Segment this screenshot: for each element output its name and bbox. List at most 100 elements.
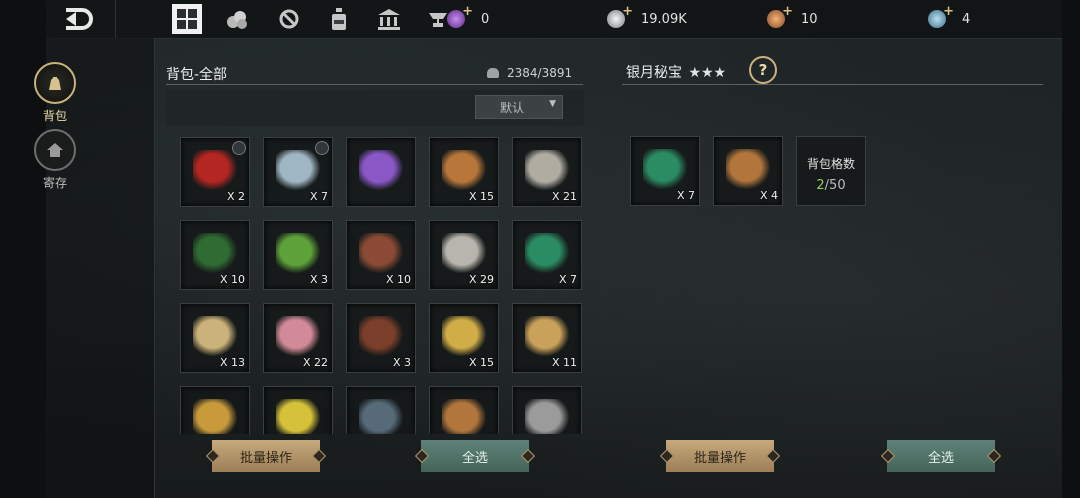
item-slot-gold-bar[interactable] <box>180 386 250 434</box>
item-quantity: X 29 <box>468 273 494 286</box>
grilled-meat-icon <box>359 316 403 356</box>
item-quantity: X 7 <box>676 189 695 202</box>
sort-value: 默认 <box>500 101 525 115</box>
materials-icon <box>227 11 247 29</box>
item-slot-red-meat[interactable]: X 2 <box>180 137 250 207</box>
currency-blue[interactable]: + 4 <box>928 4 971 30</box>
spear-head-icon <box>525 399 569 434</box>
item-slot-cloth[interactable]: X 13 <box>180 303 250 373</box>
bronze-coin-icon: + <box>767 4 793 28</box>
back-arrow-icon <box>66 8 93 30</box>
backpack-capacity: 2384/3891 <box>487 66 572 80</box>
capacity-used: 2 <box>816 178 825 193</box>
syringe-icon <box>276 150 320 190</box>
item-slot-seed-pouch[interactable] <box>429 386 499 434</box>
item-slot-lavender[interactable] <box>346 137 416 207</box>
lock-icon <box>232 141 246 155</box>
item-slot-chain[interactable]: X 21 <box>512 137 582 207</box>
item-slot-grilled-meat[interactable]: X 3 <box>346 303 416 373</box>
sidebar-item-bag[interactable]: 背包 <box>34 62 76 124</box>
item-quantity: X 15 <box>468 190 494 203</box>
capacity-count: 2/50 <box>797 178 865 193</box>
item-slot-parchment-roll[interactable]: X 11 <box>512 303 582 373</box>
topbar-divider <box>115 0 116 38</box>
item-quantity: X 15 <box>468 356 494 369</box>
item-quantity: X 13 <box>219 356 245 369</box>
button-label: 批量操作 <box>239 450 292 466</box>
item-slot-green-potion[interactable]: X 7 <box>630 136 700 206</box>
tab-consumables[interactable] <box>324 4 354 34</box>
lavender-icon <box>359 150 403 190</box>
item-slot-ore-on-leaf[interactable] <box>346 386 416 434</box>
herb-leaves-icon <box>276 233 320 273</box>
sidebar-item-storage[interactable]: 寄存 <box>34 129 76 191</box>
tab-materials[interactable] <box>222 4 252 34</box>
item-slot-steak[interactable]: X 10 <box>346 220 416 290</box>
storage-house-icon <box>34 129 76 171</box>
item-slot-spear-head[interactable] <box>512 386 582 434</box>
item-quantity: X 11 <box>551 356 577 369</box>
item-quantity: X 4 <box>759 189 778 202</box>
potion-bottle-icon <box>332 8 346 30</box>
right-letterbox <box>1062 0 1080 498</box>
divider <box>166 84 583 85</box>
sort-dropdown[interactable]: 默认 ▼ <box>475 95 563 119</box>
batch-operation-button[interactable]: 批量操作 <box>205 440 327 472</box>
button-label: 批量操作 <box>693 450 746 466</box>
sidebar-item-label: 背包 <box>42 109 67 123</box>
item-quantity: X 3 <box>309 273 328 286</box>
divider <box>622 84 1043 85</box>
yellow-powder-icon <box>276 399 320 434</box>
disabled-icon <box>279 9 299 29</box>
item-slot-pink-yarn[interactable]: X 22 <box>263 303 333 373</box>
treasure-capacity-box: 背包格数 2/50 <box>796 136 866 206</box>
gold-mesh-icon <box>442 316 486 356</box>
treasure-select-all-button[interactable]: 全选 <box>880 440 1002 472</box>
parchment-roll-icon <box>525 316 569 356</box>
item-slot-syringe[interactable]: X 7 <box>263 137 333 207</box>
tab-disabled[interactable] <box>274 4 304 34</box>
currency-value: 4 <box>962 11 971 27</box>
item-quantity: X 22 <box>302 356 328 369</box>
item-slot-green-book[interactable]: X 10 <box>180 220 250 290</box>
green-book-icon <box>193 233 237 273</box>
currency-bronze[interactable]: + 10 <box>767 4 818 30</box>
button-label: 全选 <box>461 450 488 466</box>
tab-all[interactable] <box>172 4 202 34</box>
grid-all-icon <box>177 9 197 29</box>
item-quantity: X 3 <box>392 356 411 369</box>
green-potion-icon <box>643 149 687 189</box>
item-slot-gold-mesh[interactable]: X 15 <box>429 303 499 373</box>
select-all-button[interactable]: 全选 <box>414 440 536 472</box>
chain-icon <box>525 150 569 190</box>
treasure-title: 银月秘宝 ★★★ <box>626 62 726 82</box>
back-button[interactable] <box>60 6 100 32</box>
blue-crystal-icon: + <box>928 4 954 28</box>
green-potion-icon <box>525 233 569 273</box>
pink-yarn-icon <box>276 316 320 356</box>
item-slot-yellow-powder[interactable] <box>263 386 333 434</box>
currency-silver[interactable]: + 19.09K <box>607 4 687 30</box>
item-slot-bread[interactable]: X 15 <box>429 137 499 207</box>
item-slot-seed-pouch[interactable]: X 4 <box>713 136 783 206</box>
item-slot-herb-leaves[interactable]: X 3 <box>263 220 333 290</box>
treasure-name: 银月秘宝 <box>626 65 682 81</box>
gold-bar-icon <box>193 399 237 434</box>
item-quantity: X 7 <box>309 190 328 203</box>
capacity-value: 2384/3891 <box>507 66 573 80</box>
tab-bank[interactable] <box>374 4 404 34</box>
item-slot-metal-sheet[interactable]: X 29 <box>429 220 499 290</box>
anvil-icon <box>429 13 447 27</box>
currency-value: 10 <box>801 11 818 27</box>
treasure-batch-operation-button[interactable]: 批量操作 <box>659 440 781 472</box>
currency-value: 0 <box>481 11 490 27</box>
tab-forge[interactable] <box>424 4 454 34</box>
backpack-title: 背包-全部 <box>166 67 228 83</box>
item-quantity: X 7 <box>558 273 577 286</box>
item-slot-green-potion[interactable]: X 7 <box>512 220 582 290</box>
currency-value: 19.09K <box>641 11 687 27</box>
cloth-icon <box>193 316 237 356</box>
ore-on-leaf-icon <box>359 399 403 434</box>
help-button[interactable]: ? <box>749 56 777 84</box>
red-meat-icon <box>193 150 237 190</box>
